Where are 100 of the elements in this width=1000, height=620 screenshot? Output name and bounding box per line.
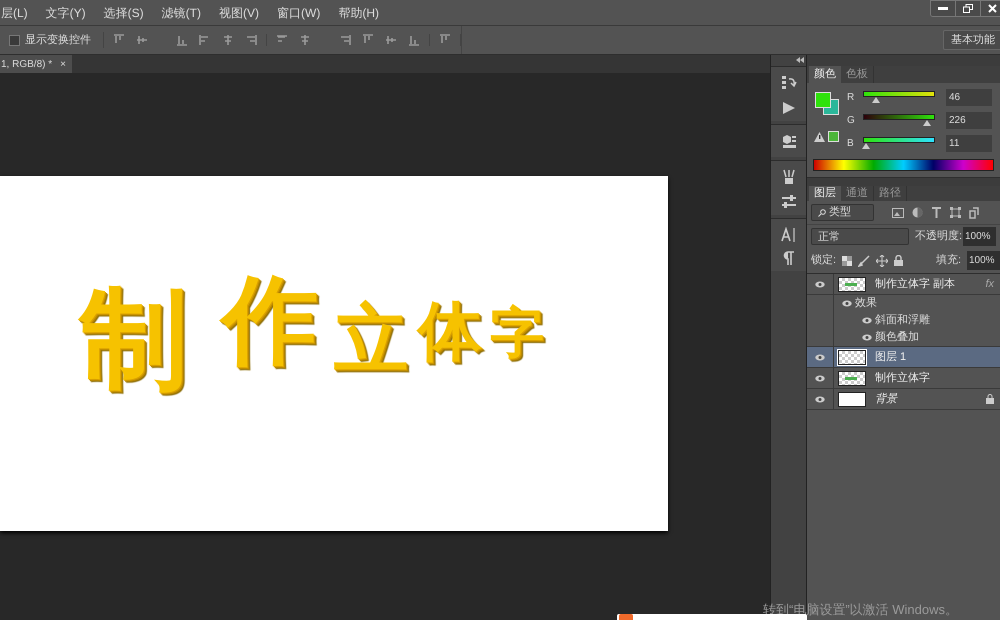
layer-name: 制作立体字 xyxy=(875,370,930,386)
channel-label: G xyxy=(847,114,855,128)
layer-row[interactable]: 图层 1 xyxy=(807,347,1000,368)
fill-label: 填充: xyxy=(936,253,961,268)
opacity-label: 不透明度: xyxy=(915,228,962,244)
layer-row[interactable]: 制作立体字 副本 fx xyxy=(807,274,1000,295)
show-transform-checkbox[interactable]: 显示变换控件 xyxy=(0,32,104,48)
panel-tab[interactable]: 通道 xyxy=(841,186,874,201)
align-icon[interactable] xyxy=(408,34,420,46)
history-icon[interactable] xyxy=(780,75,796,91)
sliders-icon[interactable] xyxy=(780,195,796,209)
visibility-eye-icon[interactable] xyxy=(815,396,825,402)
shape-filter-icon[interactable] xyxy=(950,207,961,218)
panel-tab[interactable]: 路径 xyxy=(874,186,907,201)
web-safe-color-swatch[interactable] xyxy=(828,131,839,142)
effect-name: 效果 xyxy=(855,296,877,312)
character-icon[interactable] xyxy=(780,227,796,243)
restore-icon xyxy=(963,4,973,13)
layer-row[interactable]: 背景 xyxy=(807,389,1000,410)
color-spectrum[interactable] xyxy=(813,159,994,171)
visibility-eye-icon[interactable] xyxy=(862,334,872,341)
3d-icon[interactable] xyxy=(780,133,796,149)
layer-row[interactable]: 制作立体字 xyxy=(807,368,1000,389)
restore-button[interactable] xyxy=(956,1,981,16)
warning-icon xyxy=(814,132,825,142)
close-tab-button[interactable]: × xyxy=(60,56,66,72)
opacity-field[interactable]: 100% xyxy=(963,227,996,246)
align-icon[interactable] xyxy=(339,34,351,46)
close-icon xyxy=(988,4,996,13)
workspace-dropdown[interactable]: 基本功能 xyxy=(943,30,1000,50)
collapse-icon[interactable] xyxy=(796,57,804,63)
channel-label: B xyxy=(847,137,855,151)
align-icon[interactable] xyxy=(176,34,188,46)
layer-thumbnail xyxy=(838,370,866,386)
lock-transparency-icon[interactable] xyxy=(842,256,852,266)
align-icon[interactable] xyxy=(113,34,125,46)
layer-name: 制作立体字 副本 xyxy=(875,276,956,292)
blend-mode-dropdown[interactable]: 正常 xyxy=(811,228,909,245)
play-icon[interactable] xyxy=(782,101,796,115)
brush-icon[interactable] xyxy=(780,169,796,185)
visibility-eye-icon[interactable] xyxy=(862,317,872,324)
channel-slider[interactable] xyxy=(863,91,935,104)
align-icon[interactable] xyxy=(222,34,234,46)
fill-field[interactable]: 100% xyxy=(967,251,1000,270)
effects-label: fx xyxy=(985,276,994,292)
visibility-eye-icon[interactable] xyxy=(815,280,825,288)
menu-item[interactable]: 文字(Y) xyxy=(46,4,86,22)
align-icon[interactable] xyxy=(245,34,257,46)
effect-name: 颜色叠加 xyxy=(875,330,919,346)
channel-value-field[interactable]: 226 xyxy=(946,112,992,129)
panel-tab[interactable]: 颜色 xyxy=(809,66,841,83)
close-button[interactable] xyxy=(981,1,1000,16)
distribute-icon[interactable] xyxy=(439,34,451,46)
channel-label: R xyxy=(847,91,855,105)
move-icon[interactable] xyxy=(876,254,888,266)
visibility-eye-icon[interactable] xyxy=(815,374,825,382)
align-icon[interactable] xyxy=(299,34,311,46)
paragraph-icon[interactable] xyxy=(782,251,794,265)
menu-item[interactable]: 视图(V) xyxy=(219,4,259,22)
layer-thumbnail xyxy=(838,276,866,292)
menu-item[interactable]: 选择(S) xyxy=(104,4,144,22)
brush-icon[interactable] xyxy=(858,254,870,266)
image-filter-icon[interactable] xyxy=(892,208,904,218)
slider-thumb[interactable] xyxy=(922,120,931,126)
adjustment-filter-icon[interactable] xyxy=(912,207,923,218)
filter-dropdown[interactable]: 类型 xyxy=(811,204,874,221)
channel-value-field[interactable]: 11 xyxy=(946,135,992,152)
document-tab[interactable]: 1, RGB/8) * × xyxy=(0,55,72,73)
checkbox[interactable] xyxy=(9,34,20,46)
menu-item[interactable]: 帮助(H) xyxy=(338,4,379,22)
align-icon[interactable] xyxy=(136,34,148,46)
visibility-eye-icon[interactable] xyxy=(842,300,852,307)
minimize-button[interactable] xyxy=(931,1,956,16)
panel-tab[interactable]: 色板 xyxy=(841,66,874,83)
lock-icon[interactable] xyxy=(894,255,904,266)
smart-object-filter-icon[interactable] xyxy=(969,206,979,218)
menu-item[interactable]: 层(L) xyxy=(1,4,28,22)
document-title: 1, RGB/8) * xyxy=(1,58,52,72)
align-icon[interactable] xyxy=(199,34,211,46)
slider-thumb[interactable] xyxy=(862,143,870,149)
menu-item[interactable]: 窗口(W) xyxy=(277,4,320,22)
search-icon xyxy=(818,208,826,216)
visibility-eye-icon[interactable] xyxy=(815,354,825,360)
layer-name: 背景 xyxy=(875,392,897,407)
layer-thumbnail xyxy=(838,350,866,364)
channel-value-field[interactable]: 46 xyxy=(946,89,992,106)
lock-label: 锁定: xyxy=(811,252,836,268)
menu-item[interactable]: 滤镜(T) xyxy=(162,4,201,22)
minimize-icon xyxy=(938,7,948,10)
panel-tab[interactable]: 图层 xyxy=(809,186,841,201)
channel-slider[interactable] xyxy=(863,137,935,150)
type-filter-icon[interactable] xyxy=(931,207,942,218)
align-icon[interactable] xyxy=(385,34,397,46)
color-swatch-pair[interactable] xyxy=(815,92,839,116)
align-icon[interactable] xyxy=(362,34,374,46)
slider-thumb[interactable] xyxy=(872,97,880,103)
channel-slider[interactable] xyxy=(863,114,935,127)
layer-name: 图层 1 xyxy=(875,350,906,365)
effect-name: 斜面和浮雕 xyxy=(875,313,930,328)
layer-thumbnail xyxy=(838,392,866,406)
